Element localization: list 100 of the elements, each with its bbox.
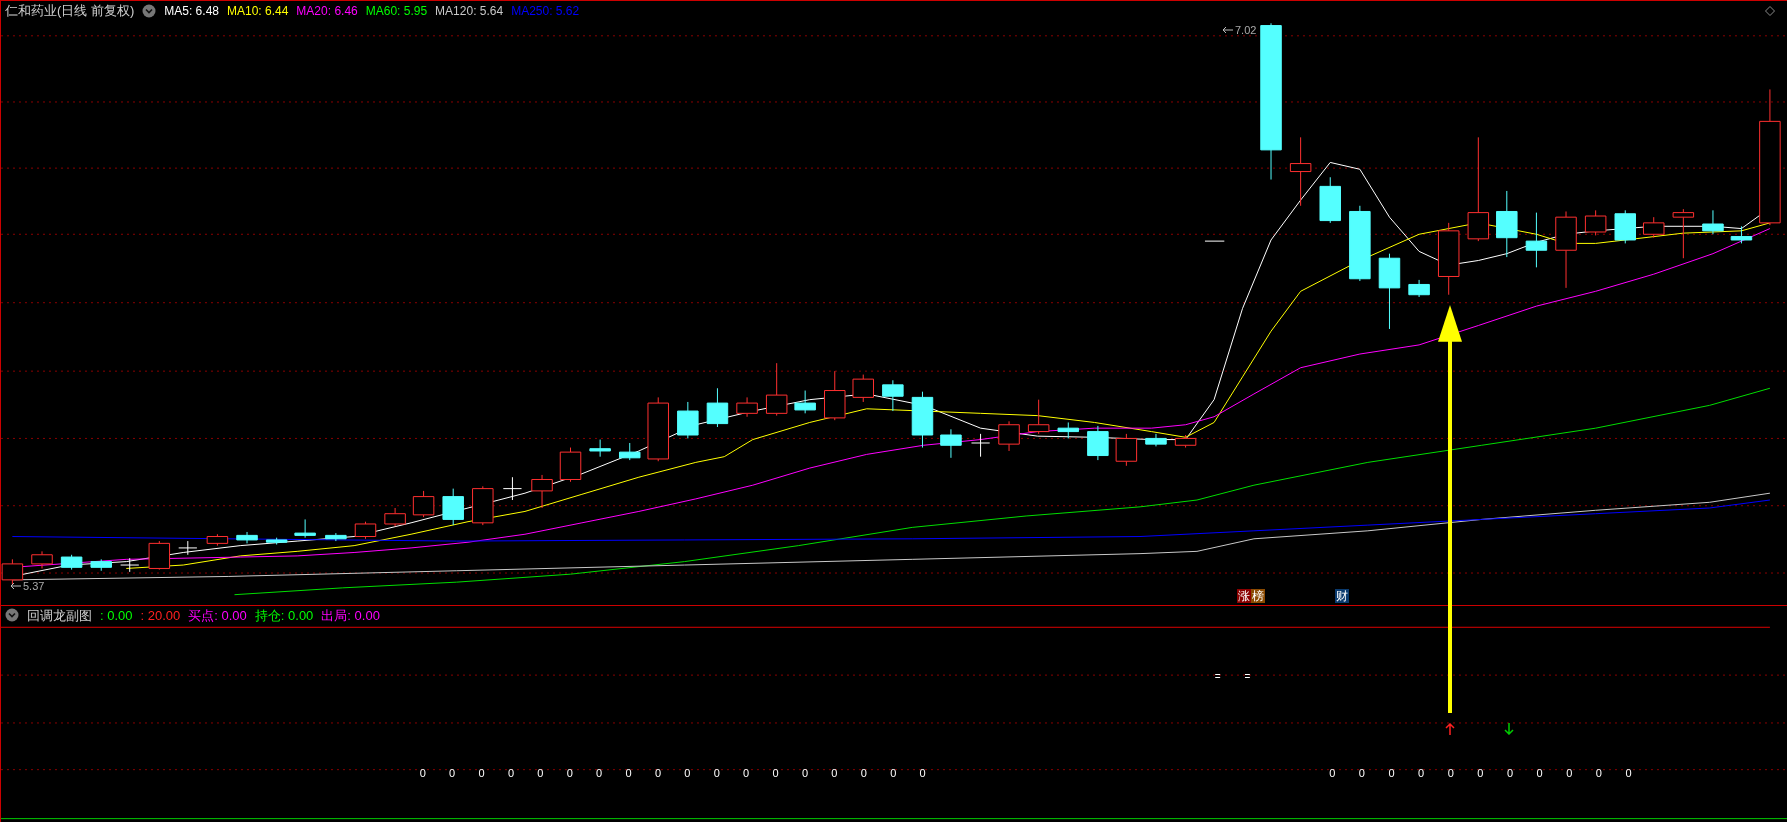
candle [178,540,198,556]
candle [1174,434,1197,449]
candle [1584,209,1607,236]
value-text: 0 [772,766,779,779]
marker-text: = [1214,671,1221,682]
ma-legend: MA60: 5.95 [365,2,428,20]
candle [736,396,758,418]
chart-title: 仁和药业(日线 前复权) [5,2,135,21]
candle [677,401,699,439]
ma-legend: MA5: 6.48 [164,2,219,20]
indicator-value: : 20.00 [140,606,181,625]
candle [412,490,435,518]
ma-legend: MA10: 6.44 [227,2,289,20]
tag: 财 [1335,589,1349,603]
value-text: 0 [1388,766,1395,779]
price-label: 5.37 [23,579,45,594]
candle [236,531,258,544]
candle [120,557,140,573]
candle [1145,433,1167,447]
candle [1643,216,1665,239]
value-text: 0 [507,766,514,779]
value-text: 0 [801,766,809,779]
value-text: 0 [1477,766,1484,779]
up-arrow-icon [1444,722,1455,735]
value-text: 0 [1447,766,1454,779]
candle [442,488,464,526]
candle [852,374,874,403]
down-arrow-icon [1503,722,1514,735]
candle [1525,212,1548,268]
candle [1027,399,1050,435]
value-text: 0 [537,766,544,779]
ma-legend: MA250: 5.62 [511,2,580,20]
value-text: 0 [566,766,573,779]
value-text: 0 [449,766,456,779]
candle [765,362,788,417]
indicator-value: : 0.00 [100,606,133,625]
candle [1614,209,1636,244]
value-text: 0 [919,766,926,779]
indicator-title: 回调龙副图 [27,606,92,625]
indicator-value: 出局: 0.00 [321,606,380,625]
candle [1057,421,1079,439]
dropdown-icon[interactable] [5,608,19,623]
value-text: 0 [1506,766,1514,779]
candle [794,390,816,414]
candle [1408,279,1430,298]
candle [882,379,904,412]
candle [60,554,83,571]
value-text: 0 [890,766,897,779]
candle [998,420,1020,452]
candle [911,391,934,449]
value-text: 0 [1358,766,1365,779]
indicator-value: 买点: 0.00 [188,606,247,625]
value-text: 0 [831,766,838,779]
candle [1289,136,1312,207]
value-text: 0 [743,766,750,779]
candle [970,433,991,458]
candle [1672,208,1695,259]
tag: 榜 [1251,589,1265,603]
ma-legend: MA20: 6.46 [296,2,358,20]
price-label: 7.02 [1235,23,1257,38]
candle [502,476,523,501]
value-text: 0 [1625,766,1632,779]
value-text: 0 [478,766,485,779]
value-text: 0 [1595,766,1602,779]
candle [472,485,494,526]
candle [265,537,288,545]
candle [706,387,729,428]
value-text: 0 [713,766,720,779]
value-text: 0 [860,766,867,779]
candle [325,532,347,542]
candle [1730,225,1753,244]
value-text: 0 [1566,766,1573,779]
candle [1087,425,1109,461]
arrow-icon [1223,27,1233,34]
candle [206,533,229,547]
candle [1702,209,1724,235]
value-text: 0 [684,766,691,779]
candle [1115,433,1138,467]
dropdown-icon[interactable] [142,4,157,18]
candle [940,428,962,459]
candle [647,396,669,462]
candle [559,447,582,483]
candle [31,550,53,569]
value-text: 0 [419,766,426,779]
value-text: 0 [1536,766,1543,779]
candle [531,474,553,509]
arrow-icon [11,583,21,590]
value-text: 0 [1418,766,1425,779]
value-text: 0 [625,766,632,779]
candle [1319,176,1341,224]
value-text: 0 [654,766,661,779]
candle [294,518,316,539]
candle [90,558,112,572]
candle [619,442,641,461]
ma-legend: MA120: 5.64 [435,2,504,20]
tag: 涨 [1237,589,1251,603]
marker-text: = [1244,671,1251,682]
candle [589,439,611,458]
candle [824,370,846,421]
candle [384,507,406,527]
